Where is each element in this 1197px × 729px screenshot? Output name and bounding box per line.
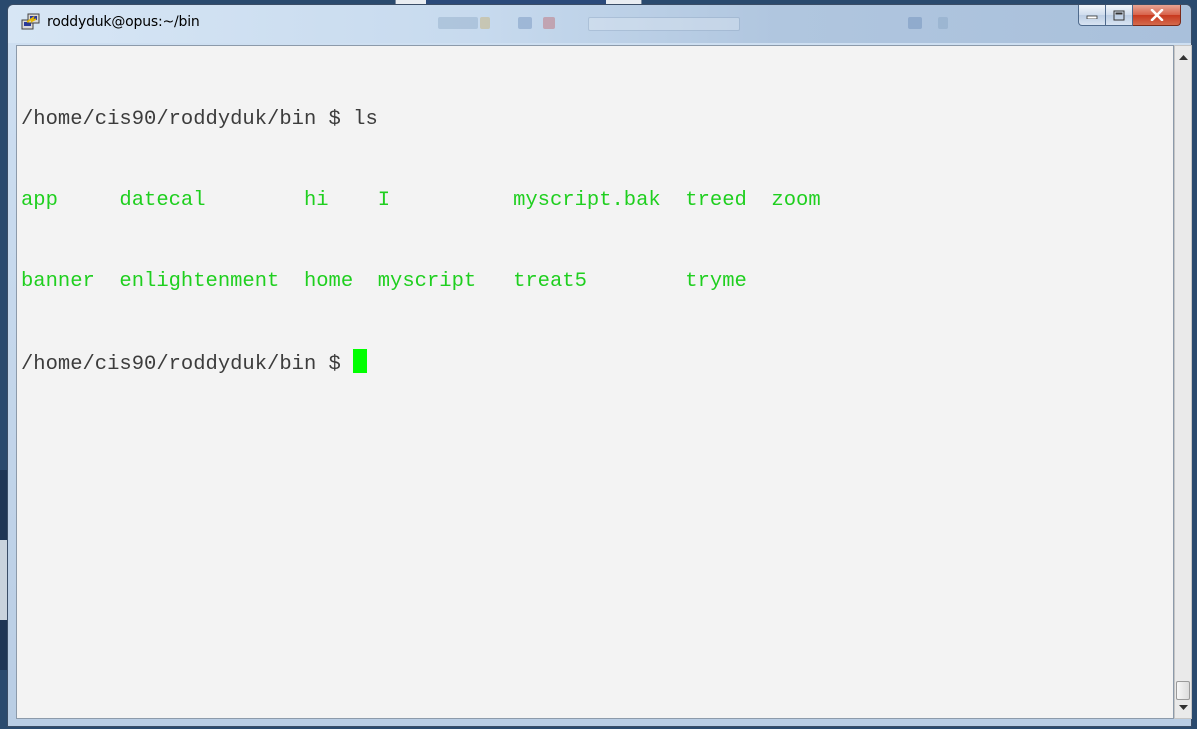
- putty-icon[interactable]: [21, 13, 41, 31]
- terminal-line: /home/cis90/roddyduk/bin $ ls: [21, 106, 821, 133]
- title-bar[interactable]: roddyduk@opus:~/bin: [8, 5, 1191, 43]
- scrollbar-thumb[interactable]: [1176, 681, 1190, 700]
- terminal-output: /home/cis90/roddyduk/bin $ ls app dateca…: [21, 52, 821, 430]
- terminal-line: banner enlightenment home myscript treat…: [21, 268, 821, 295]
- command-prompt-line: /home/cis90/roddyduk/bin $ ls: [21, 108, 378, 131]
- scroll-down-arrow-icon: [1178, 704, 1188, 710]
- text-cursor: [353, 349, 368, 373]
- maximize-button[interactable]: [1106, 5, 1133, 26]
- scroll-up-arrow-icon: [1178, 54, 1188, 60]
- ls-output-row-2: banner enlightenment home myscript treat…: [21, 270, 747, 293]
- putty-window: roddyduk@opus:~/bin /home/cis90/roddyduk…: [7, 4, 1192, 727]
- vertical-scrollbar[interactable]: [1174, 45, 1192, 719]
- close-icon: [1150, 9, 1163, 21]
- terminal-line: /home/cis90/roddyduk/bin $: [21, 349, 821, 376]
- terminal-line: app datecal hi I myscript.bak treed zoom: [21, 187, 821, 214]
- maximize-icon: [1113, 10, 1125, 20]
- scroll-up-button[interactable]: [1175, 48, 1191, 65]
- close-button[interactable]: [1133, 5, 1181, 26]
- minimize-icon: [1086, 15, 1098, 19]
- minimize-button[interactable]: [1078, 5, 1106, 26]
- current-prompt: /home/cis90/roddyduk/bin $: [21, 353, 354, 376]
- terminal-screen[interactable]: /home/cis90/roddyduk/bin $ ls app dateca…: [16, 45, 1174, 719]
- ls-output-row-1: app datecal hi I myscript.bak treed zoom: [21, 189, 821, 212]
- window-title: roddyduk@opus:~/bin: [47, 14, 200, 30]
- background-toolbar-ghost: [438, 15, 998, 33]
- scroll-down-button[interactable]: [1175, 699, 1191, 716]
